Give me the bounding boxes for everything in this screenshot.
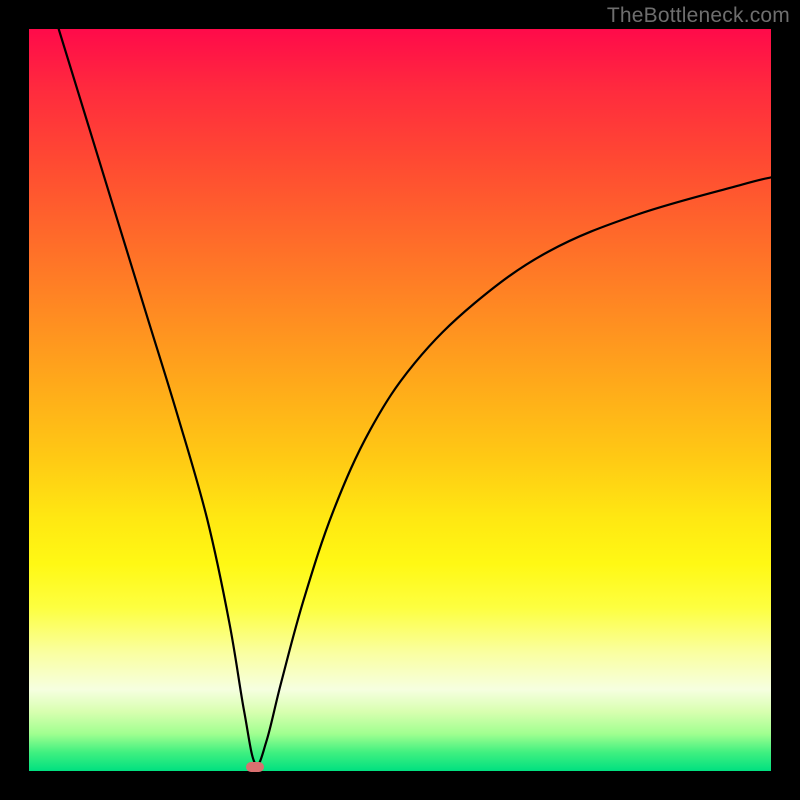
plot-area <box>29 29 771 771</box>
chart-frame: TheBottleneck.com <box>0 0 800 800</box>
watermark-text: TheBottleneck.com <box>607 4 790 28</box>
optimum-marker <box>246 762 264 772</box>
curve-layer <box>29 29 771 771</box>
bottleneck-curve <box>59 29 771 765</box>
